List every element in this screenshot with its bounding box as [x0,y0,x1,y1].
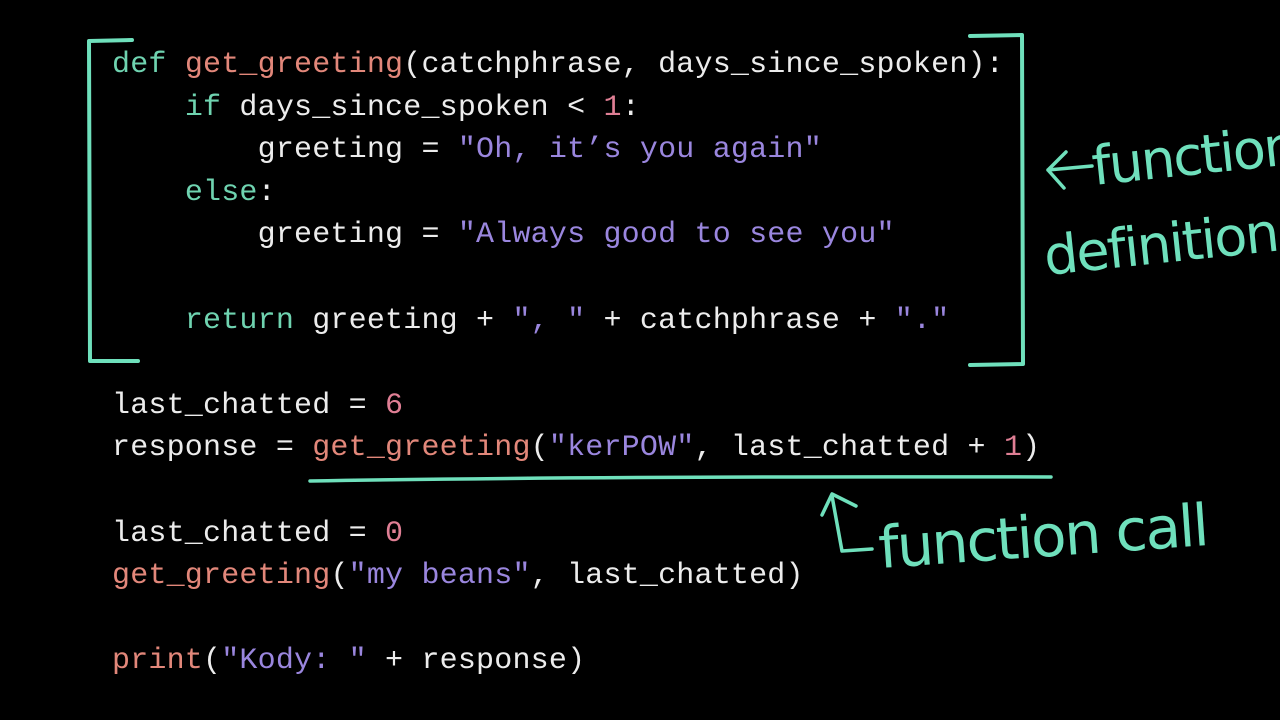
left-arrow-icon [1046,150,1094,190]
up-arrow-icon [820,492,874,553]
function-call-underline [308,475,1053,483]
definition-bracket-left [87,38,140,363]
annotation-function-label: function [1089,114,1280,198]
annotation-definition-label: definition [1041,201,1280,288]
annotation-layer: function definition function call [87,33,1280,582]
annotation-function-call-label: function call [876,491,1209,582]
definition-bracket-right [968,33,1025,367]
